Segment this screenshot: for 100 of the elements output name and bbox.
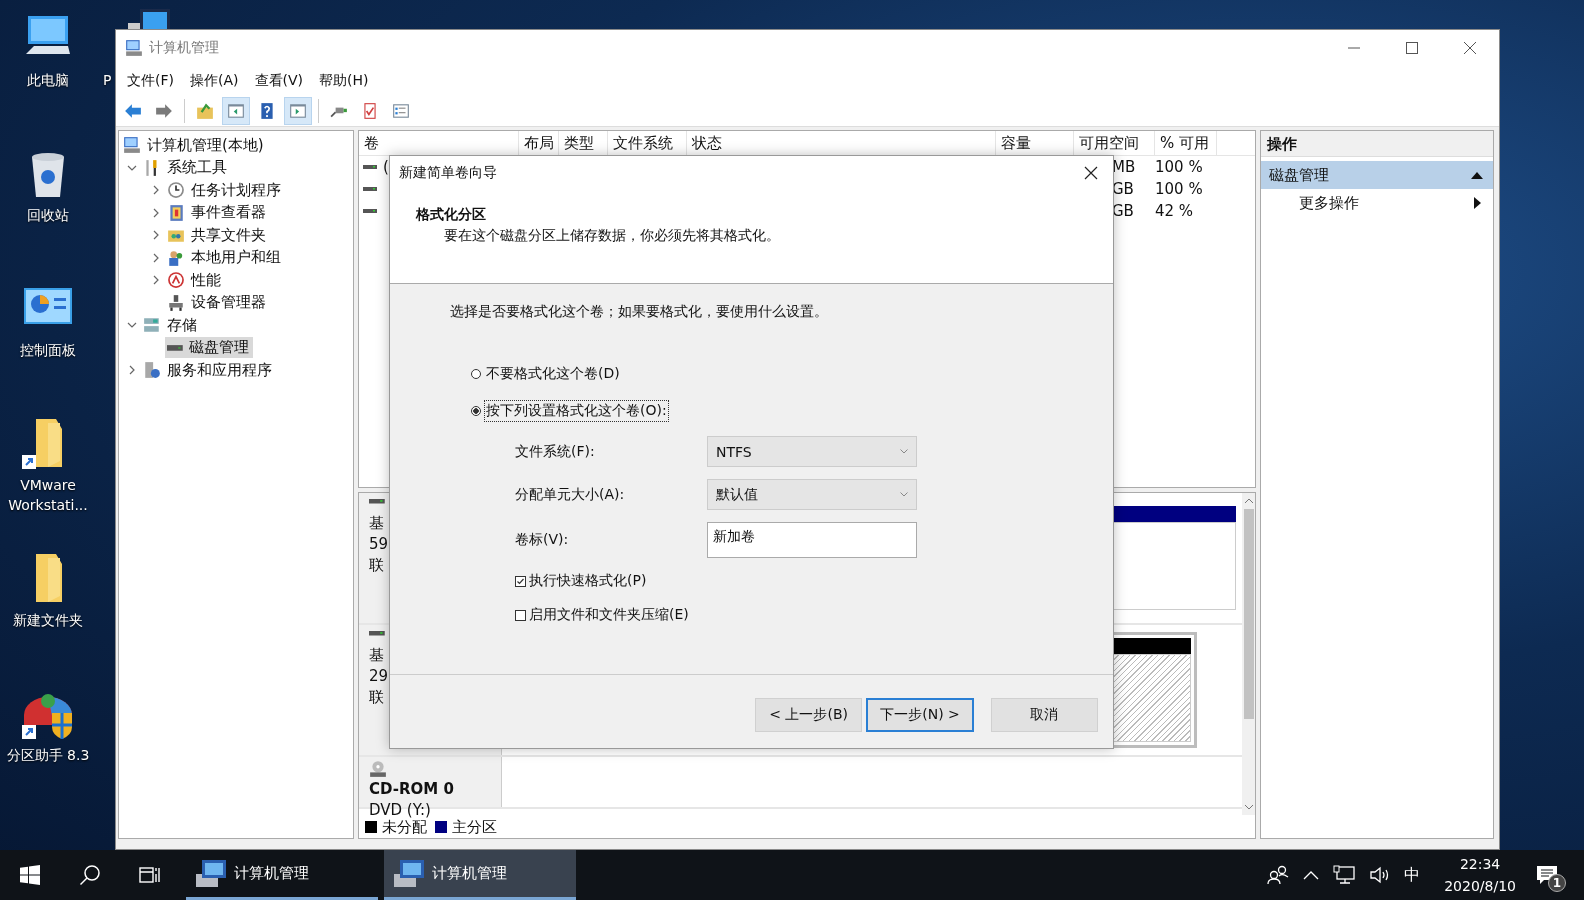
computer-icon (125, 39, 143, 57)
maximize-icon (1406, 42, 1418, 54)
checkbox-label[interactable]: 启用文件和文件夹压缩(E) (529, 606, 689, 624)
taskbar-app-button[interactable]: 计算机管理 (186, 850, 378, 900)
chevron-up-icon[interactable] (1303, 870, 1320, 880)
properties-icon (392, 101, 410, 120)
computer-icon (123, 136, 141, 155)
menu-item[interactable]: 操作(A) (183, 69, 246, 92)
windows-logo-icon (20, 865, 40, 885)
tree-item[interactable]: 系统工具 (141, 157, 231, 179)
computer-icon[interactable] (128, 9, 172, 29)
checklist-icon (361, 101, 379, 120)
desktop-icon-label[interactable]: 新建文件夹 (1, 610, 95, 630)
dialog-heading: 格式化分区 (415, 206, 487, 224)
drive-icon (369, 631, 385, 636)
panel-icon (289, 101, 307, 120)
scroll-up-icon[interactable] (1243, 497, 1254, 505)
scrollbar[interactable] (1242, 493, 1255, 815)
tree-item[interactable]: 磁盘管理 (165, 337, 253, 359)
action-item[interactable]: 更多操作 (1261, 189, 1493, 217)
table-cell-text: 100 % (1155, 158, 1204, 176)
caret-icon (900, 492, 908, 497)
disk-label: 联 (369, 554, 385, 575)
menu-item[interactable]: 帮助(H) (312, 69, 376, 92)
input-field[interactable]: 新加卷 (707, 522, 917, 558)
radio-button[interactable] (471, 369, 481, 379)
checkbox-label[interactable]: 执行快速格式化(P) (529, 572, 647, 590)
notification-badge: 1 (1548, 874, 1566, 892)
device-icon (167, 293, 185, 312)
collapse-icon[interactable] (1471, 171, 1483, 179)
column-header[interactable]: % 可用 (1155, 131, 1217, 155)
menu-item[interactable]: 查看(V) (247, 69, 310, 92)
dropdown[interactable]: 默认值 (707, 479, 917, 510)
dialog-button[interactable]: 下一步(N) > (866, 698, 974, 732)
checkbox[interactable] (515, 575, 526, 587)
radio-button[interactable] (471, 406, 481, 416)
cd-drive-icon (369, 760, 387, 778)
instruction-text: 选择是否要格式化这个卷；如果要格式化，要使用什么设置。 (450, 303, 829, 321)
desktop-icon-label[interactable]: 分区助手 8.3 (1, 745, 95, 765)
disk-label: 联 (369, 686, 385, 707)
network-icon[interactable] (1333, 865, 1356, 885)
chevron-right-icon[interactable] (151, 185, 161, 196)
radio-label[interactable]: 按下列设置格式化这个卷(O): (484, 400, 669, 422)
field-label: 文件系统(F): (515, 442, 596, 461)
tree-item[interactable]: 服务和应用程序 (141, 359, 276, 381)
drive-icon (363, 187, 377, 191)
disk-label: 59 (369, 533, 390, 554)
folder-up-icon (196, 101, 214, 120)
chevron-right-icon[interactable] (151, 275, 161, 286)
desktop-icon-label[interactable]: P (103, 72, 112, 88)
tree-item[interactable]: 事件查看器 (165, 202, 270, 224)
window-title: 计算机管理 (149, 39, 219, 57)
desktop-icon-label[interactable]: 此电脑 (1, 70, 95, 90)
actions-section[interactable]: 磁盘管理 (1261, 161, 1493, 189)
taskbar-app-button[interactable]: 计算机管理 (384, 850, 576, 900)
tree-item[interactable]: 设备管理器 (165, 292, 270, 314)
radio-label[interactable]: 不要格式化这个卷(D) (484, 363, 622, 385)
desktop-icon-label[interactable]: 回收站 (1, 205, 95, 225)
tree-item[interactable]: 性能 (165, 269, 225, 291)
computer-icon (196, 859, 226, 888)
drive-icon (363, 165, 377, 169)
field-label: 分配单元大小(A): (515, 485, 626, 504)
tree-item[interactable]: 计算机管理(本地) (121, 134, 268, 156)
chevron-right-icon[interactable] (151, 230, 161, 241)
tree-item[interactable]: 任务计划程序 (165, 179, 285, 201)
chevron-right-icon[interactable] (127, 365, 137, 376)
toolbar-button[interactable] (284, 96, 312, 125)
drive-icon (363, 209, 377, 213)
clock[interactable]: 22:34 2020/8/10 (1434, 853, 1526, 897)
checkbox[interactable] (515, 609, 526, 621)
actions-header: 操作 (1261, 131, 1493, 157)
submenu-arrow-icon (1474, 197, 1481, 209)
scroll-down-icon[interactable] (1243, 803, 1254, 811)
disk-label: CD-ROM 0 (369, 779, 455, 799)
chevron-right-icon[interactable] (151, 207, 161, 218)
people-icon[interactable] (1267, 865, 1290, 885)
desktop-icon-label[interactable]: 控制面板 (1, 340, 95, 360)
dialog-button[interactable]: 取消 (990, 698, 1098, 732)
chevron-right-icon[interactable] (151, 252, 161, 263)
tree-item[interactable]: 共享文件夹 (165, 224, 270, 246)
services-icon (143, 361, 161, 380)
menu-item[interactable]: 文件(F) (120, 69, 181, 92)
disk-label: 基 (369, 512, 385, 533)
dialog-button[interactable]: < 上一步(B) (755, 698, 863, 732)
toolbar-button[interactable] (222, 96, 250, 125)
dropdown[interactable]: NTFS (707, 436, 917, 467)
close-icon (1464, 42, 1476, 54)
event-log-icon (167, 203, 185, 222)
disk-label: 29 (369, 665, 390, 686)
computer-icon (394, 859, 424, 888)
input-method-indicator[interactable]: 中 (1398, 850, 1427, 900)
field-label: 卷标(V): (515, 531, 570, 549)
panel-icon (227, 101, 245, 120)
clock-icon (167, 181, 185, 200)
tree-item[interactable]: 本地用户和组 (165, 247, 285, 269)
close-icon (1084, 166, 1098, 180)
disk-label: DVD (Y:) (369, 800, 432, 819)
disk-label: 基 (369, 644, 385, 665)
tree-item[interactable]: 存储 (141, 314, 201, 336)
desktop-icon-label[interactable]: VMware Workstati... (1, 475, 95, 515)
